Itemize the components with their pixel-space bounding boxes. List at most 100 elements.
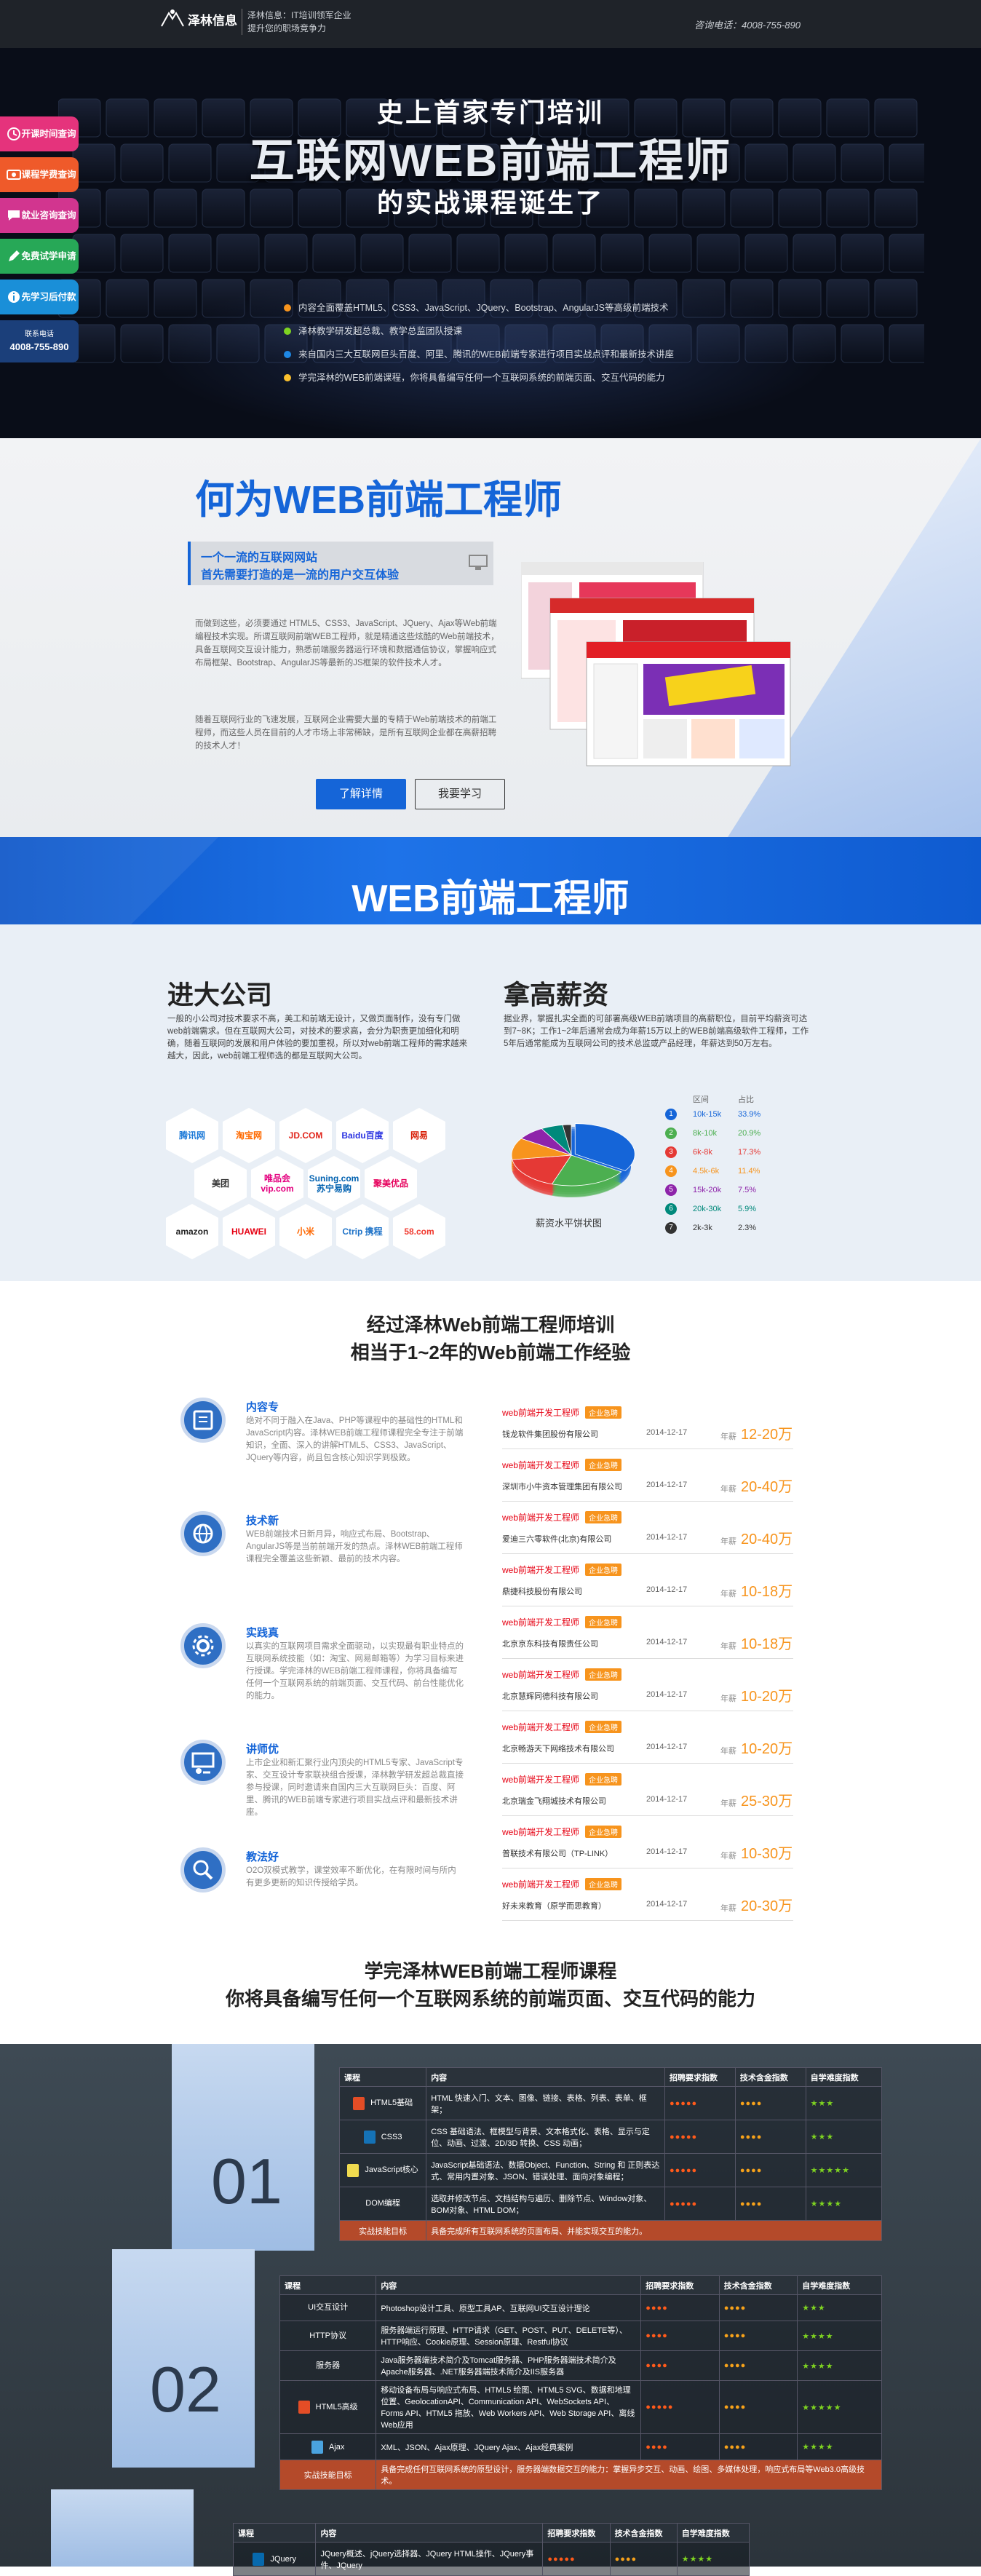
- salary-rank-badge: 5: [665, 1184, 677, 1196]
- job-title[interactable]: web前端开发工程师 企业急聘: [502, 1668, 622, 1681]
- table-header-cell: 技术含金指数: [718, 2275, 798, 2295]
- table-header-row: 课程 内容 招聘要求指数 技术含金指数 自学难度指数: [232, 2523, 750, 2543]
- keyboard-key: [889, 324, 924, 363]
- job-date: 2014-12-17: [646, 1743, 688, 1751]
- feature-text: 上市企业和新汇聚行业内顶尖的HTML5专家、JavaScript专家、交互设计专…: [246, 1759, 464, 1817]
- company-logo-name: 美团: [211, 1178, 229, 1189]
- hero-bullet: 泽林教学研发超总裁、教学总监团队授课: [284, 323, 462, 337]
- difficulty-index: ★★★★★: [797, 2380, 882, 2434]
- header-subtagline: 提升您的职场竞争力: [247, 23, 327, 33]
- technology-icon: [298, 2401, 310, 2414]
- job-title[interactable]: web前端开发工程师 企业急聘: [502, 1773, 622, 1786]
- difficulty-index: ★★★★: [805, 2187, 883, 2221]
- skill-goal-label: 实战技能目标: [279, 2460, 377, 2490]
- urgent-badge: 企业急聘: [585, 1511, 622, 1523]
- salary-row: 6 20k-30k 5.9%: [665, 1201, 782, 1217]
- sidenav-item-tuition[interactable]: 课程学费查询: [0, 157, 79, 192]
- difficulty-index: ★★★★: [676, 2542, 750, 2576]
- company-logo-name: Suning.com 苏宁易购: [309, 1173, 360, 1194]
- difficulty-index: ★★★: [805, 2086, 883, 2120]
- highlight-line-1: 一个一流的互联网网站: [201, 552, 318, 564]
- money-icon: [6, 167, 22, 182]
- job-title[interactable]: web前端开发工程师 企业急聘: [502, 1616, 622, 1628]
- divider: [502, 1658, 793, 1659]
- table-header-cell: 招聘要求指数: [664, 2067, 736, 2087]
- salary-percent: 17.3%: [738, 1148, 761, 1157]
- job-title[interactable]: web前端开发工程师 企业急聘: [502, 1406, 622, 1419]
- sidenav-item-class-time[interactable]: 开课时间查询: [0, 116, 79, 151]
- feature-text: 绝对不同于融入在Java、PHP等课程中的基础性的HTML和JavaScript…: [246, 1416, 464, 1462]
- recruit-index: ●●●●: [640, 2433, 720, 2460]
- sidenav-item-pay-later[interactable]: 先学习后付款: [0, 280, 79, 314]
- urgent-badge: 企业急聘: [585, 1826, 622, 1838]
- salary-percent: 5.9%: [738, 1205, 757, 1213]
- salary-value: 20-30万: [741, 1898, 793, 1914]
- learn-more-button[interactable]: 了解详情: [316, 779, 406, 809]
- course-content: 移动设备布局与响应式布局、HTML5 绘图、HTML5 SVG、数据和地理位置、…: [376, 2380, 642, 2434]
- technology-icon: [347, 2163, 360, 2177]
- tech-value-index: ●●●●: [734, 2187, 806, 2221]
- job-salary: 年薪 10-20万: [720, 1684, 793, 1705]
- technology-icon: [363, 2130, 376, 2144]
- why-section: 何为WEB前端工程师 一个一流的互联网网站 首先需要打造的是一流的用户交互体验 …: [0, 438, 981, 837]
- tech-value-index: ●●●●: [718, 2350, 798, 2381]
- tech-value-index: ●●●●: [734, 2086, 806, 2120]
- job-date: 2014-12-17: [646, 1638, 688, 1646]
- company-logo-name: Ctrip 携程: [342, 1226, 383, 1237]
- salary-range: 4.5k-6k: [693, 1167, 720, 1176]
- recruit-index: ●●●●●: [542, 2542, 611, 2576]
- logo-text[interactable]: 泽林信息: [188, 10, 237, 28]
- job-title-text: web前端开发工程师: [502, 1775, 580, 1785]
- job-title[interactable]: web前端开发工程师 企业急聘: [502, 1878, 622, 1890]
- curriculum-table: 课程 内容 招聘要求指数 技术含金指数 自学难度指数 UI交互设计 Photoshop设计工…: [279, 2275, 882, 2490]
- want-to-learn-button[interactable]: 我要学习: [415, 779, 505, 809]
- job-title-text: web前端开发工程师: [502, 1617, 580, 1628]
- company-logo-name: 唯品会 vip.com: [261, 1173, 294, 1194]
- job-company: 北京京东科技有限责任公司: [502, 1640, 598, 1649]
- feature-title: 实践真: [246, 1627, 279, 1639]
- sidenav-item-free-trial[interactable]: 免费试学申请: [0, 239, 79, 274]
- difficulty-index: ★★★★: [797, 2321, 882, 2351]
- clock-icon: [6, 127, 22, 141]
- table-header-cell: 自学难度指数: [805, 2067, 883, 2087]
- hero-bullet: 内容全面覆盖HTML5、CSS3、JavaScript、JQuery、Boots…: [284, 300, 668, 314]
- job-title[interactable]: web前端开发工程师 企业急聘: [502, 1721, 622, 1733]
- salary-range: 8k-10k: [693, 1129, 718, 1138]
- table-header-cell: 招聘要求指数: [542, 2523, 611, 2543]
- course-name-cell: HTTP协议: [279, 2321, 377, 2351]
- course-name: CSS3: [381, 2132, 402, 2141]
- job-title[interactable]: web前端开发工程师 企业急聘: [502, 1511, 622, 1523]
- header-tagline: 泽林信息：IT培训领军企业: [247, 10, 352, 20]
- salary-label: 年薪: [720, 1590, 736, 1598]
- urgent-badge: 企业急聘: [585, 1406, 622, 1419]
- course-name: UI交互设计: [308, 2303, 349, 2313]
- urgent-badge: 企业急聘: [585, 1668, 622, 1681]
- keyboard-key: [72, 324, 116, 363]
- job-title[interactable]: web前端开发工程师 企业急聘: [502, 1564, 622, 1576]
- job-company: 鼎捷科技股份有限公司: [502, 1588, 582, 1596]
- table-row: HTML5基础 HTML 快速入门、文本、图像、链接、表格、列表、表单、框架； ●●…: [338, 2086, 883, 2120]
- tech-value-index: ●●●●: [718, 2380, 798, 2434]
- module-number: 02: [150, 2353, 221, 2425]
- salary-value: 10-18万: [741, 1636, 793, 1652]
- salary-range: 10k-15k: [693, 1110, 722, 1119]
- salary-value: 25-30万: [741, 1794, 793, 1810]
- job-title[interactable]: web前端开发工程师 企业急聘: [502, 1826, 622, 1838]
- salary-label: 年薪: [720, 1537, 736, 1546]
- job-company: 爱迪三六零软件(北京)有限公司: [502, 1535, 612, 1544]
- table-header-cell: 内容: [426, 2067, 665, 2087]
- salary-percent: 20.9%: [738, 1129, 761, 1138]
- job-title[interactable]: web前端开发工程师 企业急聘: [502, 1459, 622, 1471]
- company-logo-name: amazon: [175, 1226, 209, 1237]
- sidenav-call[interactable]: 联系电话 4008-755-890: [0, 320, 79, 362]
- table-header-cell: 课程: [338, 2067, 427, 2087]
- sidenav-item-employment[interactable]: 就业咨询查询: [0, 198, 79, 233]
- salary-row: 1 10k-15k 33.9%: [665, 1106, 782, 1122]
- companies-text: 一般的小公司对技术要求不高，美工和前端无设计，又做页面制作，没有专门做web前端…: [167, 1015, 468, 1061]
- skill-goal-text: 具备完成任何互联网系统的原型设计，服务器端数据交互的能力：掌握异步交互、动画、绘…: [376, 2460, 882, 2490]
- section-band: WEB前端工程师: [0, 837, 981, 924]
- company-logo-name: 58.com: [404, 1226, 434, 1237]
- job-company: 钱龙软件集团股份有限公司: [502, 1430, 598, 1439]
- salary-range: 2k-3k: [693, 1224, 712, 1232]
- salary-rank-badge: 1: [665, 1109, 677, 1120]
